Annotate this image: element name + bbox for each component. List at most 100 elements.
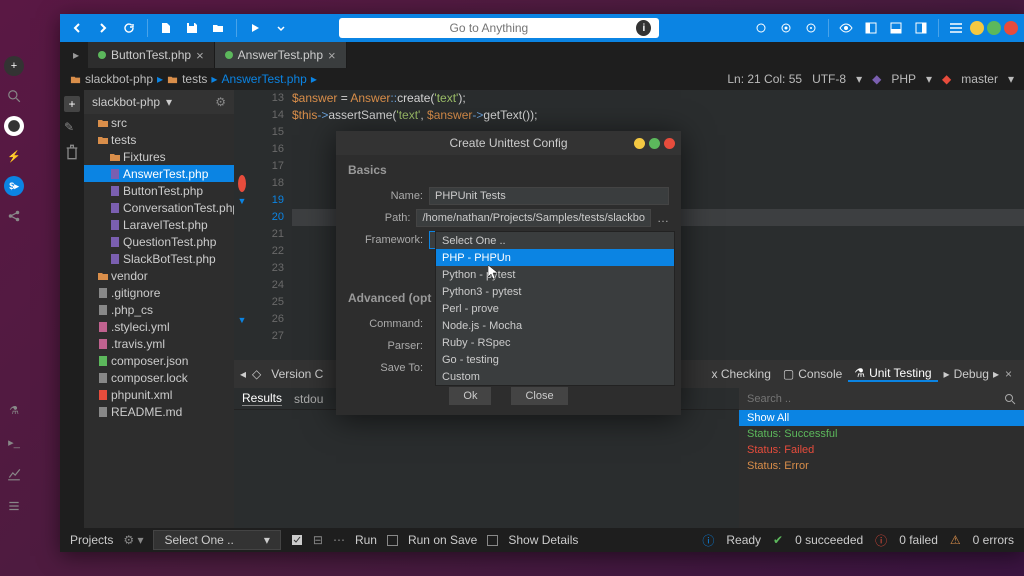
maximize-icon[interactable] <box>987 21 1001 35</box>
tablist-icon[interactable]: ▸ <box>64 42 88 68</box>
filter-successful[interactable]: Status: Successful <box>739 426 1024 442</box>
bc-tests[interactable]: tests <box>182 72 207 86</box>
browse-button[interactable]: … <box>657 211 669 225</box>
branch[interactable]: master <box>961 72 998 86</box>
tab-unit-testing[interactable]: ⚗Unit Testing <box>848 366 937 382</box>
tree-item[interactable]: composer.json <box>84 352 234 369</box>
tree-item[interactable]: QuestionTest.php <box>84 233 234 250</box>
gear-icon[interactable]: ⚙ <box>215 95 226 109</box>
run-button[interactable]: Run <box>355 533 377 547</box>
tab-answertest[interactable]: AnswerTest.php× <box>215 42 347 68</box>
record2-icon[interactable] <box>775 17 797 39</box>
side-globe-icon[interactable] <box>4 116 24 136</box>
side-cli-icon[interactable]: ▸_ <box>4 432 24 452</box>
explorer-header[interactable]: slackbot-php▾ ⚙ <box>84 90 234 114</box>
dropdown-option[interactable]: Ruby - RSpec <box>436 334 674 351</box>
encoding[interactable]: UTF-8 <box>812 72 846 86</box>
tree-item[interactable]: SlackBotTest.php <box>84 250 234 267</box>
tab-buttontest[interactable]: ButtonTest.php× <box>88 42 215 68</box>
tab-debug[interactable]: ▸Debug▸× <box>938 367 1018 381</box>
target-icon[interactable] <box>800 17 822 39</box>
subtab-stdout[interactable]: stdou <box>294 392 323 406</box>
test-search[interactable] <box>739 388 1024 410</box>
tree-item[interactable]: README.md <box>84 403 234 420</box>
path-input[interactable]: /home/nathan/Projects/Samples/tests/slac… <box>416 209 651 227</box>
tab-console[interactable]: ▢Console <box>777 367 848 381</box>
close-icon[interactable]: × <box>196 48 204 63</box>
runonsave-checkbox[interactable] <box>387 535 398 546</box>
side-share-icon[interactable] <box>4 206 24 226</box>
play-dropdown[interactable] <box>270 17 292 39</box>
chk-icon[interactable] <box>291 534 303 546</box>
gear-icon[interactable]: ⚙ ▾ <box>123 533 143 547</box>
layout3-icon[interactable] <box>910 17 932 39</box>
tree-item[interactable]: Fixtures <box>84 148 234 165</box>
record-icon[interactable] <box>750 17 772 39</box>
dropdown-option[interactable]: Select One .. <box>436 232 674 249</box>
menu-icon[interactable] <box>945 17 967 39</box>
new-file-button[interactable] <box>155 17 177 39</box>
trash-icon[interactable] <box>64 144 80 160</box>
name-input[interactable]: PHPUnit Tests <box>429 187 669 205</box>
dropdown-option[interactable]: Node.js - Mocha <box>436 317 674 334</box>
open-folder-button[interactable] <box>207 17 229 39</box>
forward-button[interactable] <box>92 17 114 39</box>
goto-search[interactable]: i <box>339 18 659 38</box>
plus-icon[interactable]: + <box>64 96 80 112</box>
dots-icon[interactable]: ⋯ <box>333 533 345 547</box>
tab-syntax[interactable]: x Checking <box>706 367 777 381</box>
dialog-max-icon[interactable] <box>649 138 660 149</box>
bc-file[interactable]: AnswerTest.php <box>221 72 306 86</box>
side-bolt-icon[interactable]: ⚡ <box>4 146 24 166</box>
refresh-button[interactable] <box>118 17 140 39</box>
play-button[interactable] <box>244 17 266 39</box>
subtab-results[interactable]: Results <box>242 391 282 406</box>
tree-item[interactable]: LaravelTest.php <box>84 216 234 233</box>
eye-icon[interactable] <box>835 17 857 39</box>
tree-item[interactable]: ConversationTest.php <box>84 199 234 216</box>
close-icon[interactable]: × <box>1005 367 1012 381</box>
layout2-icon[interactable] <box>885 17 907 39</box>
tab-version-control[interactable]: Version C <box>267 367 327 381</box>
pencil-icon[interactable]: ✎ <box>64 120 80 136</box>
tree-item[interactable]: composer.lock <box>84 369 234 386</box>
dialog-close-icon[interactable] <box>664 138 675 149</box>
dropdown-option[interactable]: Python - pytest <box>436 266 674 283</box>
tree-item[interactable]: vendor <box>84 267 234 284</box>
goto-input[interactable] <box>347 21 630 35</box>
info-icon[interactable]: i <box>636 20 651 36</box>
minus-icon[interactable]: ⊟ <box>313 533 323 547</box>
showdetails-checkbox[interactable] <box>487 535 498 546</box>
close-icon[interactable]: × <box>328 48 336 63</box>
minimize-icon[interactable] <box>970 21 984 35</box>
dialog-min-icon[interactable] <box>634 138 645 149</box>
chevron-left-icon[interactable]: ◂ <box>240 367 246 381</box>
side-chart-icon[interactable] <box>4 464 24 484</box>
dropdown-option[interactable]: Go - testing <box>436 351 674 368</box>
projects-label[interactable]: Projects <box>70 533 113 547</box>
side-flask-icon[interactable]: ⚗ <box>4 400 24 420</box>
tree-item[interactable]: .gitignore <box>84 284 234 301</box>
side-plus-icon[interactable]: + <box>4 56 24 76</box>
tree-item[interactable]: .travis.yml <box>84 335 234 352</box>
bc-project[interactable]: slackbot-php <box>85 72 153 86</box>
side-search-icon[interactable] <box>4 86 24 106</box>
tree-item[interactable]: src <box>84 114 234 131</box>
dropdown-option[interactable]: Custom <box>436 368 674 385</box>
back-button[interactable] <box>66 17 88 39</box>
tree-item[interactable]: .styleci.yml <box>84 318 234 335</box>
close-button[interactable]: Close <box>511 387 567 405</box>
tree-item[interactable]: phpunit.xml <box>84 386 234 403</box>
tree-item[interactable]: ButtonTest.php <box>84 182 234 199</box>
filter-show-all[interactable]: Show All <box>739 410 1024 426</box>
dropdown-option[interactable]: Python3 - pytest <box>436 283 674 300</box>
close-window-icon[interactable] <box>1004 21 1018 35</box>
save-button[interactable] <box>181 17 203 39</box>
tree-item[interactable]: AnswerTest.php <box>84 165 234 182</box>
config-select[interactable]: Select One ..▾ <box>153 530 280 550</box>
side-dollar-icon[interactable]: $▸ <box>4 176 24 196</box>
dropdown-option[interactable]: PHP - PHPUn <box>436 249 674 266</box>
ok-button[interactable]: Ok <box>449 387 491 405</box>
dropdown-option[interactable]: Perl - prove <box>436 300 674 317</box>
language[interactable]: PHP <box>891 72 916 86</box>
